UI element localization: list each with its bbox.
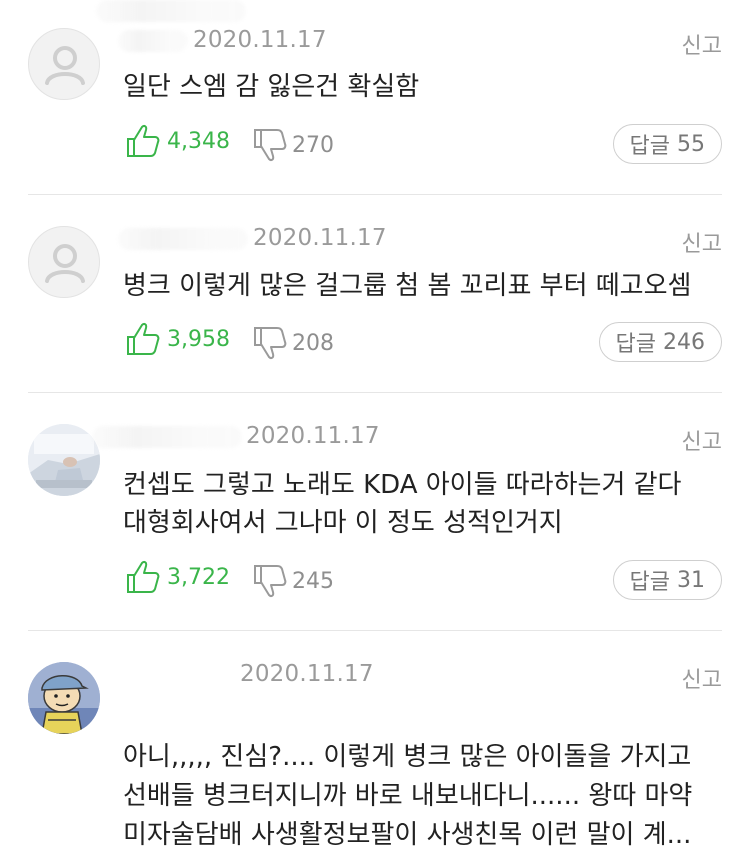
reply-label: 답글 <box>615 332 656 357</box>
comment-date: 2020.11.17 <box>240 661 374 687</box>
report-button[interactable]: 신고 <box>682 28 722 60</box>
thumbs-down-icon <box>254 565 287 597</box>
cartoon-avatar-image <box>28 662 100 734</box>
thumbs-down-icon <box>254 129 287 161</box>
report-button[interactable]: 신고 <box>682 226 722 258</box>
default-user-icon <box>45 46 85 85</box>
user-avatar[interactable] <box>28 424 100 496</box>
thumbs-up-icon <box>127 323 160 355</box>
user-avatar[interactable] <box>28 226 100 298</box>
username-redacted <box>118 30 188 52</box>
reply-button[interactable]: 답글 55 <box>612 124 722 164</box>
dislike-count: 208 <box>292 330 334 356</box>
like-count: 3,722 <box>167 564 230 590</box>
username-redacted <box>96 0 246 22</box>
reply-count: 55 <box>677 131 705 157</box>
like-count: 4,348 <box>167 128 230 154</box>
default-user-icon <box>45 244 85 283</box>
comment-line: 병크 이렇게 많은 걸그룹 첨 봄 꼬리표 부터 떼고오셈 <box>123 271 692 301</box>
thumbs-up-icon <box>127 561 160 593</box>
divider <box>28 392 722 393</box>
reply-count: 246 <box>663 329 705 355</box>
thumbs-down-icon <box>254 327 287 359</box>
photo-avatar-image <box>28 424 100 496</box>
like-button[interactable]: 3,958 <box>125 321 230 357</box>
report-button[interactable]: 신고 <box>682 662 722 694</box>
comment-line: 일단 스엠 감 잃은건 확실함 <box>123 72 420 102</box>
comment-text: 병크 이렇게 많은 걸그룹 첨 봄 꼬리표 부터 떼고오셈 <box>123 267 691 305</box>
like-button[interactable]: 4,348 <box>125 123 230 159</box>
reply-label: 답글 <box>629 570 670 595</box>
dislike-button[interactable]: 270 <box>252 127 334 163</box>
divider <box>28 630 722 631</box>
reply-label: 답글 <box>629 134 670 159</box>
comment-line: 컨셉도 그렇고 노래도 KDA 아이들 따라하는거 같다 <box>123 470 682 500</box>
like-count: 3,958 <box>167 326 230 352</box>
user-avatar[interactable] <box>28 28 100 100</box>
comment-text: 컨셉도 그렇고 노래도 KDA 아이들 따라하는거 같다 대형회사여서 그나마 … <box>123 466 681 542</box>
user-avatar[interactable] <box>28 662 100 734</box>
comment-date: 2020.11.17 <box>253 225 387 251</box>
dislike-button[interactable]: 208 <box>252 325 334 361</box>
comment-text: 일단 스엠 감 잃은건 확실함 <box>123 68 419 106</box>
comment-line: 대형회사여서 그나마 이 정도 성적인거지 <box>123 508 563 538</box>
dislike-count: 245 <box>292 568 334 594</box>
reply-count: 31 <box>677 567 705 593</box>
username-redacted <box>92 426 242 448</box>
dislike-count: 270 <box>292 132 334 158</box>
thumbs-up-icon <box>127 125 160 157</box>
comment-line: 미자술담배 사생활정보팔이 사생친목 이런 말이 계... <box>123 820 692 850</box>
username-redacted <box>118 228 248 250</box>
comment-date: 2020.11.17 <box>193 27 327 53</box>
comment-line: 아니,,,,, 진심?.... 이렇게 병크 많은 아이돌을 가지고 <box>123 742 692 772</box>
divider <box>28 194 722 195</box>
reply-button[interactable]: 답글 31 <box>612 560 722 600</box>
comment-line: 선배들 병크터지니까 바로 내보내다니...... 왕따 마약 <box>123 781 693 811</box>
comment-date: 2020.11.17 <box>246 423 380 449</box>
dislike-button[interactable]: 245 <box>252 563 334 599</box>
report-button[interactable]: 신고 <box>682 424 722 456</box>
like-button[interactable]: 3,722 <box>125 559 230 595</box>
reply-button[interactable]: 답글 246 <box>598 322 722 362</box>
comment-text: 아니,,,,, 진심?.... 이렇게 병크 많은 아이돌을 가지고 선배들 병… <box>123 738 692 855</box>
